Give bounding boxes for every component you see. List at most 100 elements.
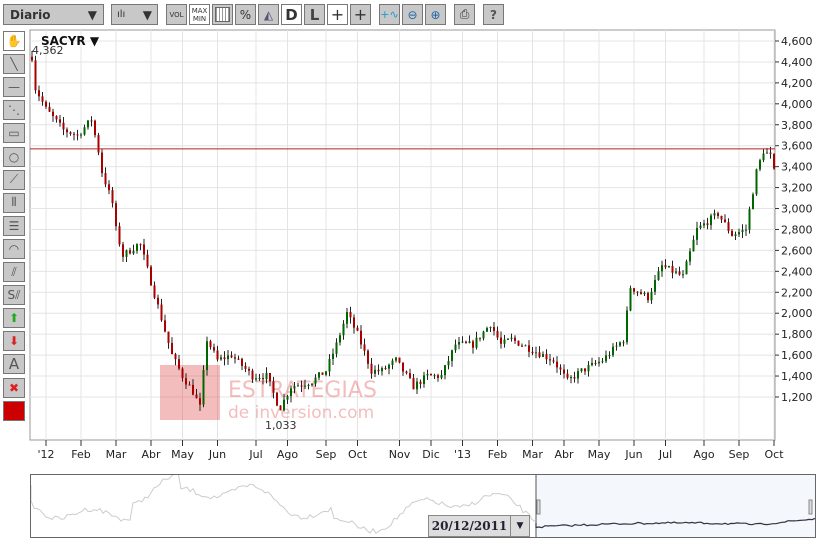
x-tick-label: Jul: [658, 448, 672, 461]
candle-body: [762, 153, 765, 161]
candle-body: [251, 370, 254, 380]
svg-text:ESTRATEGIAS: ESTRATEGIAS: [228, 378, 377, 403]
navigator[interactable]: [30, 471, 816, 538]
candle-body: [479, 337, 481, 339]
candle-body: [199, 398, 201, 405]
candle-body: [591, 362, 593, 366]
candle-body: [255, 378, 257, 380]
candle-body: [598, 361, 600, 364]
candle-body: [419, 381, 422, 385]
candle-body: [685, 261, 688, 275]
candle-body: [339, 335, 341, 343]
candle-body: [430, 374, 432, 376]
x-tick-label: Mar: [522, 448, 543, 461]
candle-body: [587, 365, 590, 372]
candle-body: [580, 368, 583, 372]
x-tick-label: Jun: [624, 448, 642, 461]
candle-body: [283, 399, 285, 411]
candle-body: [342, 323, 345, 336]
candle-body: [262, 377, 264, 380]
candle-body: [769, 152, 772, 154]
candle-body: [31, 56, 33, 61]
candle-body: [766, 152, 768, 154]
candle-body: [384, 368, 387, 370]
candle-body: [164, 320, 166, 332]
x-tick-label: '13: [454, 448, 471, 461]
candle-body: [237, 358, 240, 360]
candle-body: [52, 111, 54, 117]
candle-body: [374, 369, 376, 374]
candle-body: [160, 304, 163, 321]
candle-body: [349, 312, 352, 318]
candle-body: [97, 135, 100, 153]
candle-body: [279, 405, 282, 411]
candle-body: [619, 342, 621, 346]
x-tick-label: Ago: [277, 448, 299, 461]
y-tick-label: 3,200: [781, 182, 813, 195]
candle-body: [437, 375, 439, 378]
candle-body: [300, 385, 303, 387]
candle-body: [542, 354, 544, 357]
candle-body: [363, 344, 366, 351]
y-tick-label: 4,400: [781, 56, 813, 69]
candle-body: [398, 357, 401, 363]
y-tick-label: 2,800: [781, 223, 813, 236]
candle-body: [388, 364, 390, 369]
candle-body: [356, 327, 359, 331]
candle-body: [454, 344, 457, 351]
candle-body: [731, 230, 733, 237]
candle-body: [521, 345, 523, 347]
candle-body: [90, 120, 93, 122]
y-tick-label: 2,200: [781, 286, 813, 299]
candle-body: [615, 345, 618, 347]
candle-body: [321, 372, 324, 375]
navigator-left-handle[interactable]: [536, 499, 541, 515]
x-tick-label: Oct: [764, 448, 784, 461]
max-label: 4,362: [32, 44, 64, 57]
candle-body: [612, 346, 614, 356]
navigator-selection[interactable]: [536, 475, 815, 537]
candle-body: [692, 239, 695, 252]
candle-body: [633, 288, 635, 292]
candle-body: [150, 266, 152, 286]
price-chart[interactable]: 1,200 1,400 1,600 1,800 2,000 2,200 2,400 2,600…: [0, 0, 820, 470]
x-tick-label: '12: [37, 448, 54, 461]
candle-body: [759, 160, 761, 170]
navigator-right-handle[interactable]: [808, 499, 813, 515]
candle-body: [535, 352, 537, 354]
candle-body: [276, 392, 278, 406]
candle-body: [514, 337, 516, 341]
date-value: 20/12/2011: [429, 516, 511, 536]
candle-body: [209, 341, 212, 348]
candle-body: [87, 120, 89, 128]
candle-body: [325, 371, 327, 375]
candle-body: [640, 292, 642, 295]
x-tick-label: Ago: [693, 448, 715, 461]
candle-body: [528, 345, 530, 352]
candle-body: [507, 338, 509, 340]
candle-body: [76, 134, 79, 136]
candle-body: [461, 341, 464, 343]
candle-body: [230, 355, 233, 358]
candle-body: [269, 372, 271, 382]
candle-body: [69, 132, 72, 134]
candle-body: [314, 377, 317, 384]
candle-body: [122, 244, 124, 257]
date-select[interactable]: 20/12/2011 ▼: [428, 515, 530, 537]
candle-body: [458, 341, 460, 345]
candle-body: [286, 396, 289, 400]
y-tick-label: 3,600: [781, 140, 813, 153]
x-tick-label: Dic: [422, 448, 440, 461]
candle-body: [192, 384, 194, 395]
candle-body: [440, 375, 443, 378]
candle-body: [360, 330, 362, 345]
candle-body: [311, 383, 313, 385]
candle-body: [332, 353, 334, 359]
candle-body: [195, 394, 198, 399]
y-tick-label: 1,800: [781, 328, 813, 341]
candle-body: [181, 368, 184, 379]
candle-body: [752, 194, 754, 210]
candle-body: [699, 225, 702, 228]
candle-body: [115, 203, 117, 227]
y-tick-label: 3,400: [781, 161, 813, 174]
